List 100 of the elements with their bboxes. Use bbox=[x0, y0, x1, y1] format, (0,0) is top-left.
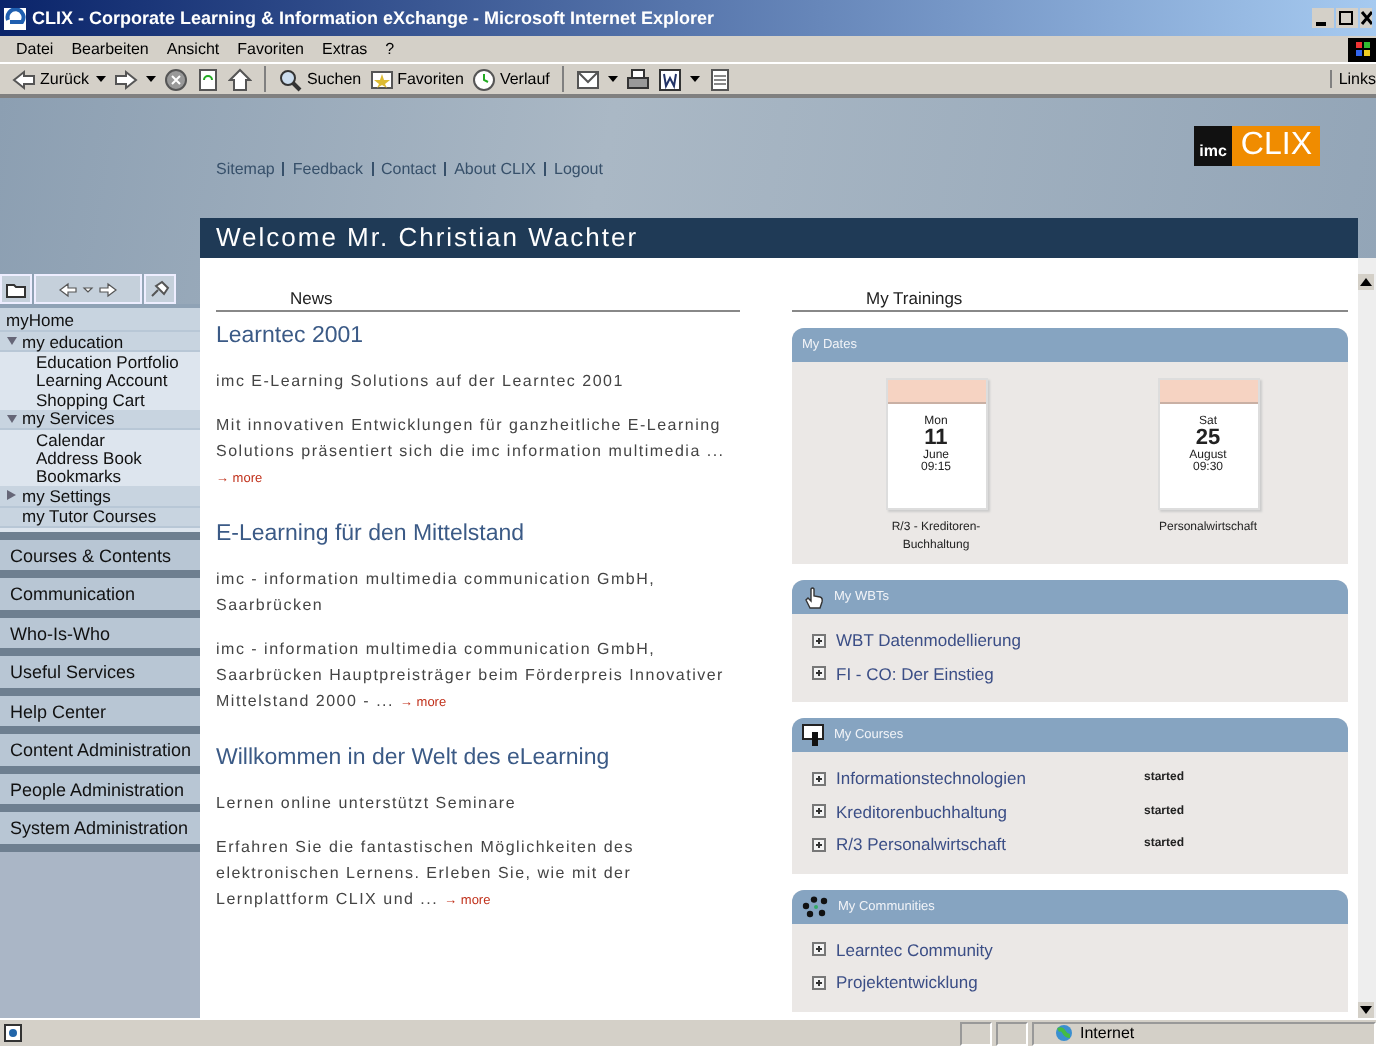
tree-item[interactable]: Learning Account bbox=[36, 370, 168, 391]
section-button[interactable]: Communication bbox=[0, 570, 200, 610]
note-icon[interactable] bbox=[707, 66, 732, 92]
history-button[interactable]: Verlauf bbox=[471, 66, 550, 92]
scrollbar[interactable] bbox=[1358, 258, 1376, 1018]
menu-item[interactable]: Ansicht bbox=[166, 40, 220, 58]
browser-icon bbox=[4, 7, 26, 29]
welcome-banner: Welcome Mr. Christian Wachter bbox=[200, 218, 1358, 258]
section-button[interactable]: People Administration bbox=[0, 765, 200, 805]
back-button[interactable]: Zurück bbox=[12, 66, 89, 92]
expand-plus-icon[interactable] bbox=[812, 942, 826, 957]
section-button[interactable]: System Administration bbox=[0, 804, 200, 844]
dropdown-caret-icon[interactable] bbox=[607, 76, 618, 82]
document-w-icon[interactable] bbox=[657, 66, 682, 92]
top-link[interactable]: Feedback bbox=[292, 160, 363, 178]
expanded-triangle-icon[interactable] bbox=[6, 336, 18, 347]
section-button[interactable]: Content Administration bbox=[0, 726, 200, 766]
refresh-icon[interactable] bbox=[196, 66, 221, 92]
section-button[interactable]: Help Center bbox=[0, 687, 200, 727]
training-link[interactable]: R/3 Personalwirtschaft bbox=[836, 834, 1144, 855]
menu-item[interactable]: ? bbox=[385, 40, 395, 58]
training-link[interactable]: WBT Datenmodellierung bbox=[836, 630, 1144, 651]
news-paragraph: imc - information multimedia communication GmbH, Saarbrücken bbox=[216, 568, 658, 618]
status-panel bbox=[960, 1021, 992, 1045]
news-heading: News bbox=[216, 288, 740, 312]
news-title[interactable]: E-Learning für den Mittelstand bbox=[216, 522, 740, 546]
separator-bar bbox=[544, 162, 546, 176]
section-button[interactable]: Courses & Contents bbox=[0, 531, 200, 571]
pin-tab[interactable] bbox=[144, 274, 176, 304]
star-folder-icon bbox=[369, 67, 394, 91]
menu-item[interactable]: Bearbeiten bbox=[71, 40, 149, 58]
toolbar-label: Suchen bbox=[306, 70, 362, 88]
top-link[interactable]: Sitemap bbox=[216, 160, 275, 178]
links-label[interactable]: Links bbox=[1330, 70, 1376, 88]
news-title[interactable]: Learntec 2001 bbox=[216, 324, 740, 348]
folder-icon bbox=[6, 281, 26, 297]
back-arrow-icon bbox=[12, 67, 36, 91]
zone-label: Internet bbox=[1080, 1024, 1135, 1042]
day-number: 11 bbox=[924, 428, 948, 450]
favorites-button[interactable]: Favoriten bbox=[369, 66, 464, 92]
top-link[interactable]: About CLIX bbox=[454, 160, 536, 178]
scroll-down-icon[interactable] bbox=[1358, 1002, 1374, 1018]
home-icon[interactable] bbox=[228, 66, 253, 92]
maximize-icon[interactable] bbox=[1336, 8, 1358, 28]
training-link[interactable]: Informationstechnologien bbox=[836, 768, 1144, 789]
tree-item[interactable]: Address Book bbox=[36, 448, 142, 469]
stop-icon[interactable] bbox=[164, 66, 189, 92]
search-button[interactable]: Suchen bbox=[278, 66, 362, 92]
logo-mark: imc bbox=[1193, 126, 1233, 166]
menu-item[interactable]: Datei bbox=[16, 40, 54, 58]
news-title[interactable]: Willkommen in der Welt des eLearning bbox=[216, 746, 740, 770]
top-link[interactable]: Logout bbox=[554, 160, 603, 178]
section-button[interactable]: Who-Is-Who bbox=[0, 609, 200, 649]
expand-plus-icon[interactable] bbox=[812, 666, 826, 681]
expanded-triangle-icon[interactable] bbox=[6, 413, 18, 424]
separator-bar bbox=[282, 162, 285, 176]
presentation-board-icon bbox=[802, 724, 826, 746]
tree-item[interactable]: Education Portfolio bbox=[36, 352, 179, 373]
training-link[interactable]: Learntec Community bbox=[836, 939, 1144, 960]
top-link[interactable]: Contact bbox=[381, 160, 437, 178]
forward-arrow-icon[interactable] bbox=[114, 66, 139, 92]
dropdown-caret-icon[interactable] bbox=[689, 76, 700, 82]
section-button[interactable]: Useful Services bbox=[0, 648, 200, 688]
expand-plus-icon[interactable] bbox=[812, 633, 826, 648]
day-number: 25 bbox=[1195, 428, 1221, 450]
scroll-up-icon[interactable] bbox=[1358, 274, 1374, 290]
clock-icon bbox=[471, 67, 496, 91]
envelope-icon[interactable] bbox=[575, 66, 600, 92]
menu-item[interactable]: Extras bbox=[321, 40, 368, 58]
expand-plus-icon[interactable] bbox=[812, 975, 826, 990]
hand-pointer-icon bbox=[802, 585, 826, 609]
logo-name: CLIX bbox=[1232, 126, 1320, 166]
calendar-top-strip bbox=[887, 380, 985, 404]
windows-logo-icon bbox=[1348, 37, 1376, 61]
expand-plus-icon[interactable] bbox=[812, 771, 826, 786]
dots-cluster-icon bbox=[802, 895, 830, 917]
tree-item[interactable]: Bookmarks bbox=[36, 466, 122, 487]
history-navigation-tab[interactable] bbox=[34, 274, 142, 304]
news-paragraph: Lernen online unterstützt Seminare bbox=[216, 792, 519, 816]
expand-plus-icon[interactable] bbox=[812, 804, 826, 819]
pin-icon bbox=[150, 280, 170, 298]
news-paragraph: imc E-Learning Solutions auf der Learntec 2001 bbox=[216, 370, 626, 394]
training-link[interactable]: FI - CO: Der Einstieg bbox=[836, 663, 1144, 684]
folder-tab[interactable] bbox=[0, 274, 32, 304]
minimize-icon[interactable] bbox=[1312, 8, 1334, 28]
close-icon[interactable] bbox=[1360, 8, 1372, 28]
toolbar-label: Favoriten bbox=[397, 70, 464, 88]
printer-icon[interactable] bbox=[625, 66, 650, 92]
separator-bar bbox=[444, 162, 447, 176]
tree-item[interactable]: Shopping Cart bbox=[36, 389, 145, 410]
menu-item[interactable]: Favoriten bbox=[237, 40, 304, 58]
training-link[interactable]: Projektentwicklung bbox=[836, 972, 1144, 993]
tree-item[interactable]: Calendar bbox=[36, 429, 105, 450]
back-forward-arrows-icon bbox=[58, 281, 118, 297]
window-title: CLIX - Corporate Learning & Information eXchange - Microsoft Internet Explorer bbox=[32, 8, 717, 28]
expand-plus-icon[interactable] bbox=[812, 837, 826, 852]
collapsed-triangle-icon[interactable] bbox=[6, 490, 18, 501]
training-link[interactable]: Kreditorenbuchhaltung bbox=[836, 801, 1144, 822]
dropdown-caret-icon[interactable] bbox=[146, 76, 157, 82]
dropdown-caret-icon[interactable] bbox=[96, 76, 107, 82]
